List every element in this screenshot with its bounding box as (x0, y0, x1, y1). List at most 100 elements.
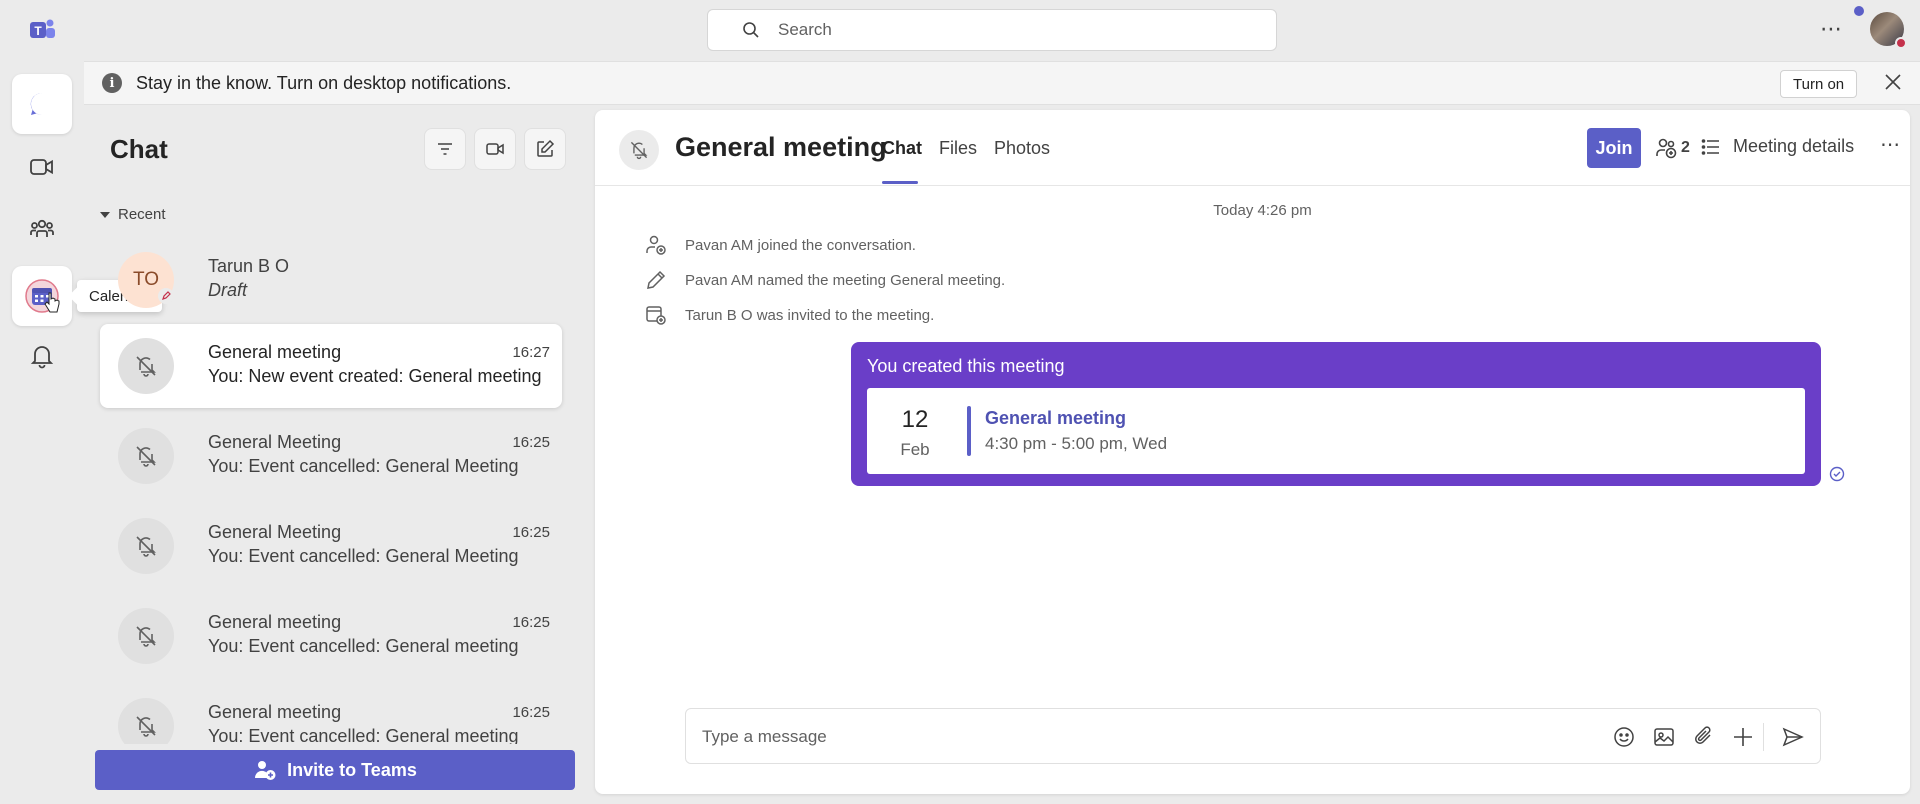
event-month: Feb (900, 440, 930, 459)
chat-list-pane: Chat Recent TO Tarun B O Draft General m… (84, 106, 588, 804)
send-icon[interactable] (1781, 725, 1805, 749)
active-tab-indicator (882, 181, 918, 184)
new-chat-button[interactable] (524, 128, 566, 170)
person-add-icon (646, 235, 666, 255)
muted-bell-icon (136, 446, 156, 467)
chat-list-item[interactable]: General meeting You: Event cancelled: Ge… (100, 594, 562, 678)
message-timestamp: Today 4:26 pm (1213, 202, 1312, 219)
chat-list-item[interactable]: General Meeting You: Event cancelled: Ge… (100, 414, 562, 498)
chat-preview: You: Event cancelled: General meeting (208, 726, 519, 744)
rail-calendar-button[interactable] (12, 266, 72, 326)
add-person-icon (255, 761, 276, 780)
conversation-header: General meeting Chat Files Photos Join 2… (595, 110, 1910, 186)
rail-teams-button[interactable] (12, 199, 72, 259)
chat-preview: You: New event created: General meeting (208, 366, 542, 386)
avatar (118, 608, 174, 664)
chat-name: General meeting (208, 702, 342, 722)
participants-button[interactable]: 2 (1655, 136, 1690, 160)
top-bar: Search ⋯ (84, 0, 1920, 60)
muted-bell-icon (630, 141, 648, 160)
recent-label: Recent (118, 206, 166, 223)
image-icon[interactable] (1652, 725, 1676, 749)
message-composer[interactable]: Type a message (685, 708, 1821, 764)
attach-icon[interactable] (1692, 725, 1716, 749)
recent-section-toggle[interactable]: Recent (100, 206, 166, 223)
avatar (118, 338, 174, 394)
muted-bell-icon (136, 356, 156, 377)
join-button[interactable]: Join (1587, 128, 1641, 168)
plus-icon[interactable] (1731, 725, 1755, 749)
chat-time: 16:25 (512, 524, 550, 541)
chat-name: General Meeting (208, 432, 342, 452)
event-card[interactable]: 12 Feb General meeting 4:30 pm - 5:00 pm… (867, 388, 1805, 474)
system-message: Pavan AM joined the conversation. (645, 234, 916, 256)
notification-banner: i Stay in the know. Turn on desktop noti… (84, 61, 1920, 105)
notification-dot (1854, 6, 1864, 16)
avatar (118, 698, 174, 744)
chat-preview: You: Event cancelled: General Meeting (208, 456, 519, 476)
chat-icon (30, 92, 47, 115)
pencil-icon (647, 270, 666, 289)
chat-list-item[interactable]: General meeting You: New event created: … (100, 324, 562, 408)
system-message-text: Pavan AM joined the conversation. (685, 236, 916, 254)
more-options-button[interactable]: ⋯ (1820, 16, 1843, 42)
tab-files[interactable]: Files (939, 138, 977, 159)
filter-icon (438, 143, 452, 155)
chat-preview: You: Event cancelled: General meeting (208, 636, 519, 656)
meeting-details-label: Meeting details (1733, 136, 1855, 156)
invite-label: Invite to Teams (287, 759, 417, 780)
list-icon (1701, 138, 1719, 155)
meeting-created-card[interactable]: You created this meeting 12 Feb General … (851, 342, 1821, 486)
chat-name: General meeting (208, 342, 342, 362)
meet-now-button[interactable] (474, 128, 516, 170)
chat-list-item[interactable]: TO Tarun B O Draft (100, 238, 562, 322)
tab-photos[interactable]: Photos (994, 138, 1050, 159)
event-day: 12 (901, 406, 929, 433)
conversation-title: General meeting (675, 132, 887, 162)
more-options-button[interactable]: ⋯ (1880, 132, 1900, 157)
chat-list-item[interactable]: General meeting You: Event cancelled: Ge… (100, 684, 562, 744)
banner-message: Stay in the know. Turn on desktop notifi… (136, 72, 512, 93)
chat-name: Tarun B O (208, 256, 290, 276)
muted-bell-icon (136, 536, 156, 557)
profile-avatar[interactable] (1870, 12, 1907, 49)
event-accent-bar (967, 406, 971, 456)
avatar (118, 428, 174, 484)
rail-chat-button[interactable] (12, 74, 72, 134)
system-message: Tarun B O was invited to the meeting. (645, 304, 934, 326)
muted-bell-icon (136, 716, 156, 737)
emoji-icon[interactable] (1612, 725, 1636, 749)
search-input[interactable]: Search (707, 9, 1277, 51)
turn-on-button[interactable]: Turn on (1780, 70, 1858, 98)
close-icon[interactable] (1883, 72, 1903, 92)
rail-activity-button[interactable] (12, 326, 72, 386)
chat-list-item[interactable]: General Meeting You: Event cancelled: Ge… (100, 504, 562, 588)
chat-preview: Draft (208, 280, 248, 300)
chat-list-title: Chat (110, 134, 168, 164)
app-rail: T Calendar (0, 0, 162, 804)
calendar-add-icon (646, 306, 666, 325)
muted-bell-icon (136, 626, 156, 647)
meeting-details-button[interactable]: Meeting details (1701, 136, 1854, 157)
meeting-avatar (619, 130, 659, 170)
svg-text:T: T (34, 24, 42, 38)
sent-check-icon (1829, 466, 1845, 482)
invite-to-teams-button[interactable]: Invite to Teams (95, 750, 575, 790)
video-camera-icon (30, 159, 53, 175)
composer-divider (1763, 723, 1764, 751)
system-message-text: Pavan AM named the meeting General meeti… (685, 271, 1006, 289)
tab-chat[interactable]: Chat (882, 138, 922, 159)
avatar (118, 518, 174, 574)
mouse-cursor-icon (44, 292, 60, 313)
chat-time: 16:27 (512, 344, 550, 361)
chat-preview: You: Event cancelled: General Meeting (208, 546, 519, 566)
filter-button[interactable] (424, 128, 466, 170)
teams-logo-icon[interactable]: T (28, 16, 56, 44)
draft-pencil-icon (158, 288, 174, 304)
rail-meet-button[interactable] (12, 137, 72, 197)
bell-icon (30, 346, 54, 369)
compose-icon (537, 139, 555, 157)
chat-time: 16:25 (512, 704, 550, 721)
event-name-link[interactable]: General meeting (985, 408, 1126, 429)
event-time: 4:30 pm - 5:00 pm, Wed (985, 434, 1168, 453)
